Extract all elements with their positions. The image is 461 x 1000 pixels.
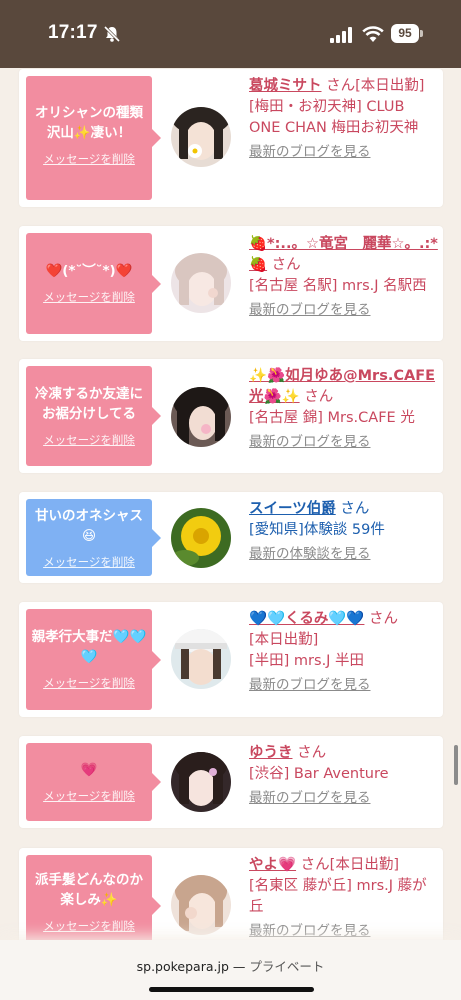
honorific: さん: [340, 501, 370, 517]
store-info: [半田] mrs.J 半田: [249, 653, 365, 669]
cast-info: 葛城ミサト さん[本日出勤] [梅田・お初天神] CLUB ONE CHAN 梅…: [249, 76, 439, 163]
delete-message-link[interactable]: メッセージを削除: [26, 788, 152, 804]
avatar[interactable]: [171, 253, 231, 313]
list-item: 冷凍するか友達にお裾分けしてる メッセージを削除 ✨🌺如月ゆあ@Mrs.CAFE…: [19, 359, 443, 473]
honorific: さん: [304, 389, 334, 405]
message-text: 甘いのオネシャス😆: [35, 508, 143, 544]
cast-name-link[interactable]: 葛城ミサト: [249, 78, 322, 94]
scrollbar[interactable]: [454, 745, 458, 785]
cast-name-link[interactable]: ゆうき: [249, 745, 293, 761]
avatar[interactable]: [171, 508, 231, 568]
message-bubble: 甘いのオネシャス😆 メッセージを削除: [26, 499, 161, 576]
message-text: 派手髪どんなのか楽しみ✨: [35, 872, 143, 908]
delete-message-link[interactable]: メッセージを削除: [26, 289, 152, 305]
delete-message-link[interactable]: メッセージを削除: [26, 675, 152, 691]
domain-text: sp.pokepara.jp: [136, 959, 229, 974]
user-info: スイーツ伯爵 さん [愛知県]体験談 59件 最新の体験談を見る: [249, 499, 439, 565]
store-info: [名古屋 錦] Mrs.CAFE 光: [249, 410, 415, 426]
browser-address-bar[interactable]: sp.pokepara.jp — プライベート: [0, 940, 461, 1000]
bell-off-icon: [103, 25, 121, 43]
delete-message-link[interactable]: メッセージを削除: [26, 151, 152, 167]
avatar[interactable]: [171, 387, 231, 447]
honorific: さん: [326, 78, 356, 94]
wifi-icon: [362, 26, 384, 42]
avatar[interactable]: [171, 629, 231, 689]
separator: —: [232, 959, 246, 974]
battery-tip: [420, 30, 423, 37]
list-item: 甘いのオネシャス😆 メッセージを削除 スイーツ伯爵 さん [愛知県]体験談 59…: [19, 492, 443, 583]
message-bubble: 冷凍するか友達にお裾分けしてる メッセージを削除: [26, 366, 161, 466]
url-display[interactable]: sp.pokepara.jp — プライベート: [0, 956, 461, 975]
user-name-link[interactable]: スイーツ伯爵: [249, 501, 336, 517]
blog-link[interactable]: 最新のブログを見る: [249, 142, 439, 163]
avatar[interactable]: [171, 875, 231, 935]
delete-message-link[interactable]: メッセージを削除: [26, 918, 152, 934]
battery-level: 95: [391, 24, 419, 43]
store-info: [梅田・お初天神] CLUB ONE CHAN 梅田お初天神: [249, 99, 419, 136]
blog-link[interactable]: 最新のブログを見る: [249, 788, 439, 809]
blog-link[interactable]: 最新のブログを見る: [249, 432, 439, 453]
home-indicator[interactable]: [149, 987, 314, 992]
honorific: さん: [297, 745, 327, 761]
cast-info: 🍓*:..。☆竜宮 麗華☆。.:*🍓 さん [名古屋 名駅] mrs.J 名駅西…: [249, 234, 439, 321]
review-link[interactable]: 最新の体験談を見る: [249, 544, 439, 565]
cast-name-link[interactable]: やよ💗: [249, 857, 296, 873]
message-text: オリシャンの種類沢山✨凄い！: [35, 105, 143, 141]
cast-info: ✨🌺如月ゆあ@Mrs.CAFE光🌺✨ さん [名古屋 錦] Mrs.CAFE 光…: [249, 366, 439, 453]
cast-info: 💙🩵くるみ🩵💙 さん [本日出勤] [半田] mrs.J 半田 最新のブログを見…: [249, 609, 439, 696]
list-item: オリシャンの種類沢山✨凄い！ メッセージを削除 葛城ミサト さん[本日出勤] […: [19, 69, 443, 207]
store-info: [名東区 藤が丘] mrs.J 藤が丘: [249, 878, 427, 915]
list-item: ❤️(*˘︶˘*)❤️ メッセージを削除 🍓*:..。☆竜宮 麗華☆。.:*🍓 …: [19, 226, 443, 341]
blog-link[interactable]: 最新のブログを見る: [249, 921, 439, 942]
store-info: [名古屋 名駅] mrs.J 名駅西: [249, 278, 427, 294]
cast-info: やよ💗 さん[本日出勤] [名東区 藤が丘] mrs.J 藤が丘 最新のブログを…: [249, 855, 439, 942]
cast-name-link[interactable]: 💙🩵くるみ🩵💙: [249, 611, 364, 627]
honorific: さん: [271, 257, 301, 273]
message-bubble: 親孝行大事だ🩵🩵🩵 メッセージを削除: [26, 609, 161, 710]
honorific: さん: [300, 857, 330, 873]
work-status-badge: [本日出勤]: [329, 857, 399, 873]
private-mode-label: プライベート: [249, 959, 325, 974]
review-count: [愛知県]体験談 59件: [249, 522, 385, 538]
delete-message-link[interactable]: メッセージを削除: [26, 554, 152, 570]
store-info: [渋谷] Bar Aventure: [249, 766, 389, 782]
clock: 17:17: [48, 22, 98, 43]
work-status-badge: [本日出勤]: [249, 632, 319, 648]
avatar[interactable]: [171, 752, 231, 812]
delete-message-link[interactable]: メッセージを削除: [26, 432, 152, 448]
message-bubble: オリシャンの種類沢山✨凄い！ メッセージを削除: [26, 76, 161, 200]
message-bubble: 💗 メッセージを削除: [26, 743, 161, 821]
cellular-signal-icon: [330, 27, 352, 43]
message-text: 💗: [80, 762, 98, 778]
status-bar: 17:17 95: [0, 0, 461, 68]
message-text: ❤️(*˘︶˘*)❤️: [45, 263, 133, 279]
cast-name-link[interactable]: ✨🌺如月ゆあ@Mrs.CAFE光🌺✨: [249, 368, 435, 405]
message-text: 親孝行大事だ🩵🩵🩵: [31, 629, 147, 665]
list-item: 親孝行大事だ🩵🩵🩵 メッセージを削除 💙🩵くるみ🩵💙 さん [本日出勤] [半田…: [19, 602, 443, 717]
avatar[interactable]: [171, 107, 231, 167]
message-text: 冷凍するか友達にお裾分けしてる: [35, 386, 143, 422]
message-bubble: ❤️(*˘︶˘*)❤️ メッセージを削除: [26, 233, 161, 334]
list-item: 💗 メッセージを削除 ゆうき さん [渋谷] Bar Aventure 最新のブ…: [19, 736, 443, 828]
honorific: さん: [369, 611, 399, 627]
cast-info: ゆうき さん [渋谷] Bar Aventure 最新のブログを見る: [249, 743, 439, 809]
blog-link[interactable]: 最新のブログを見る: [249, 675, 439, 696]
work-status-badge: [本日出勤]: [355, 78, 425, 94]
blog-link[interactable]: 最新のブログを見る: [249, 300, 439, 321]
